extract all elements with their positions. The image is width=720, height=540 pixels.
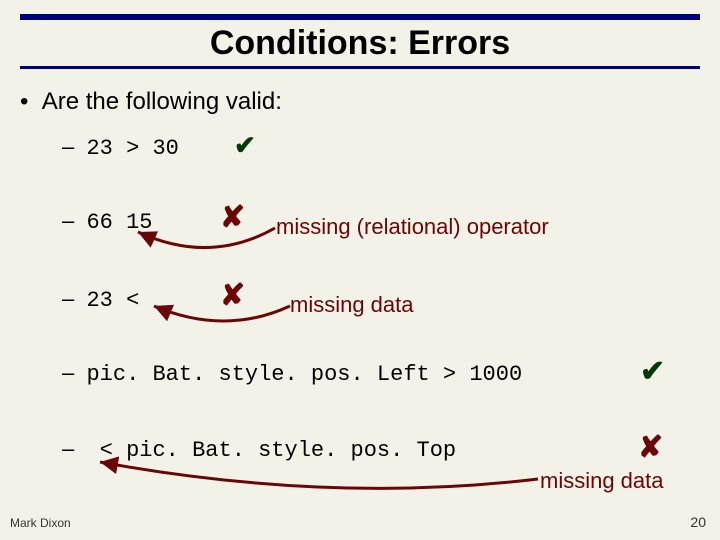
cross-icon: ✘ bbox=[220, 200, 245, 235]
cross-icon: ✘ bbox=[220, 278, 245, 313]
title-underline bbox=[20, 66, 700, 69]
cross-icon: ✘ bbox=[638, 430, 663, 465]
list-item: – pic. Bat. style. pos. Left > 1000 bbox=[62, 360, 522, 387]
code-sample: pic. Bat. style. pos. Left > 1000 bbox=[86, 362, 522, 387]
footer-author: Mark Dixon bbox=[10, 516, 71, 530]
code-sample: 23 < bbox=[86, 288, 139, 313]
code-sample: 66 15 bbox=[86, 210, 152, 235]
question-text: Are the following valid: bbox=[42, 88, 282, 115]
check-icon: ✔ bbox=[234, 130, 256, 161]
list-item: – 23 < bbox=[62, 286, 139, 313]
code-sample: < pic. Bat. style. pos. Top bbox=[86, 438, 456, 463]
error-note: missing (relational) operator bbox=[276, 214, 549, 240]
question-line: • Are the following valid: bbox=[20, 88, 282, 116]
slide-title: Conditions: Errors bbox=[0, 24, 720, 63]
error-note: missing data bbox=[290, 292, 414, 318]
list-item: – 23 > 30 bbox=[62, 134, 179, 161]
check-icon: ✔ bbox=[640, 354, 665, 389]
list-item: – < pic. Bat. style. pos. Top bbox=[62, 436, 456, 463]
top-bar bbox=[20, 14, 700, 20]
footer-page: 20 bbox=[690, 514, 706, 530]
list-item: – 66 15 bbox=[62, 208, 152, 235]
error-note: missing data bbox=[540, 468, 664, 494]
code-sample: 23 > 30 bbox=[86, 136, 178, 161]
